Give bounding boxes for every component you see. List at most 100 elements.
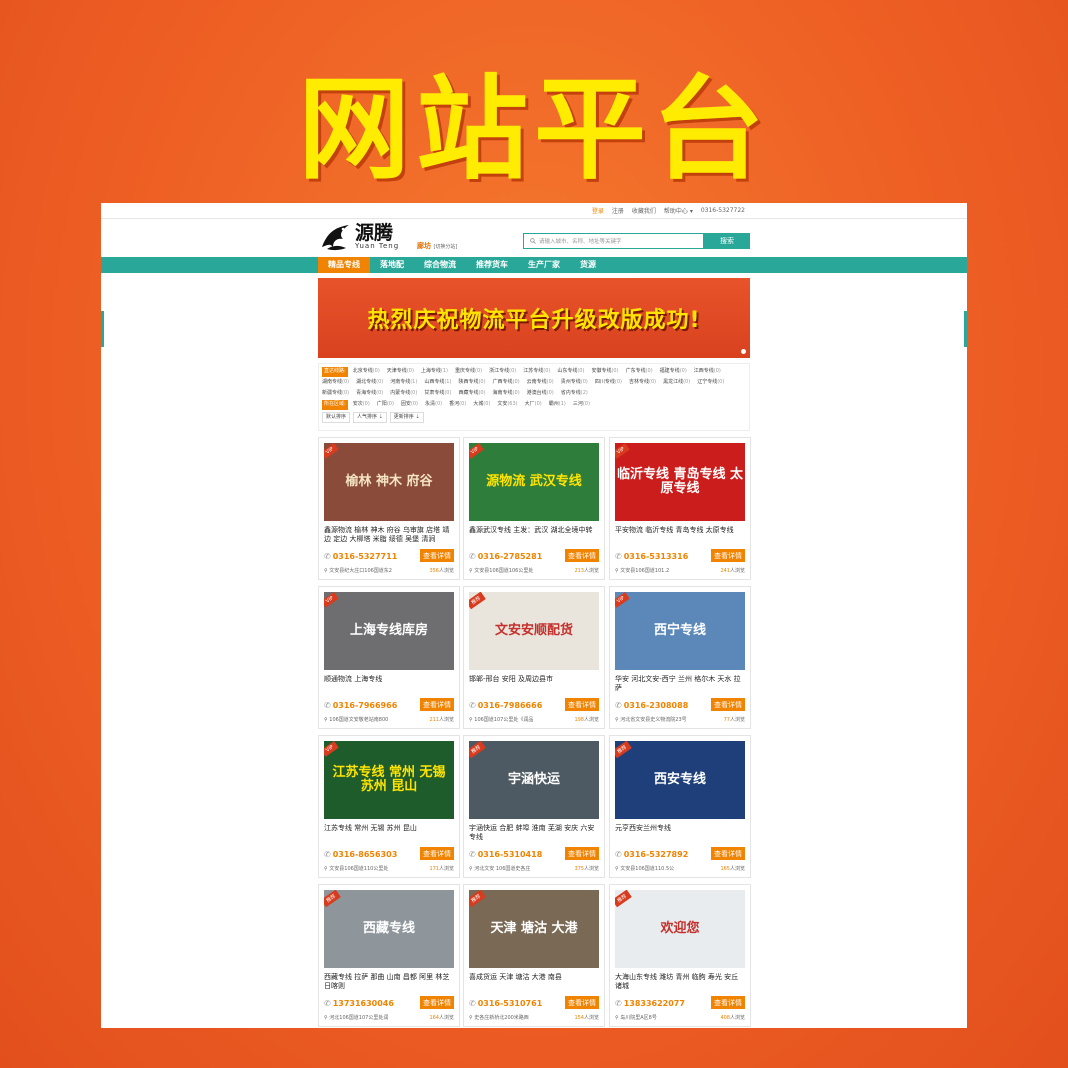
listing-title[interactable]: 顺通物流 上海专线 [324, 675, 456, 695]
nav-tab-5[interactable]: 货源 [570, 257, 606, 273]
line-filter-option[interactable]: 上海专线(1) [421, 366, 448, 377]
listing-title[interactable]: 华安 河北文安-西宁 兰州 格尔木 天水 拉萨 [615, 675, 747, 695]
view-details-button[interactable]: 查看详情 [420, 996, 454, 1009]
listing-title[interactable]: 大海山东专线 潍坊 青州 临朐 寿光 安丘 诸城 [615, 973, 747, 993]
view-details-button[interactable]: 查看详情 [565, 847, 599, 860]
listing-photo[interactable]: 源物流 武汉专线 VIP [469, 443, 599, 521]
area-filter-option[interactable]: 永清(0) [425, 399, 442, 410]
line-filter-option[interactable]: 山东专线(0) [557, 366, 584, 377]
view-details-button[interactable]: 查看详情 [565, 996, 599, 1009]
area-filter-option[interactable]: 霸州(1) [549, 399, 566, 410]
nav-tab-3[interactable]: 推荐货车 [466, 257, 518, 273]
line-filter-option[interactable]: 福建专线(0) [660, 366, 687, 377]
topbar-link-2[interactable]: 收藏我们 [632, 206, 656, 215]
listing-photo[interactable]: 西安专线 推荐 [615, 741, 745, 819]
line-filter-option[interactable]: 吉林专线(0) [629, 377, 656, 388]
listing-card[interactable]: 天津 塘沽 大港 推荐 喜成货运 天津 塘沽 大港 南县 ✆ 0316-5310761 查… [463, 884, 605, 1027]
view-details-button[interactable]: 查看详情 [420, 847, 454, 860]
listing-card[interactable]: 西安专线 推荐 元亨西安兰州专线 ✆ 0316-5327892 查看详情 ⚲ 文安县106国… [609, 735, 751, 878]
nav-tab-2[interactable]: 综合物流 [414, 257, 466, 273]
line-filter-option[interactable]: 港澳台线(0) [527, 388, 554, 399]
carousel-dot[interactable] [741, 349, 746, 354]
listing-title[interactable]: 宇涵快运 合肥 蚌埠 淮南 芜湖 安庆 六安专线 [469, 824, 601, 844]
line-filter-option[interactable]: 湖北专线(0) [356, 377, 383, 388]
view-details-button[interactable]: 查看详情 [711, 996, 745, 1009]
line-filter-option[interactable]: 陕西专线(0) [458, 377, 485, 388]
listing-title[interactable]: 元亨西安兰州专线 [615, 824, 747, 844]
line-filter-option[interactable]: 山西专线(1) [424, 377, 451, 388]
view-details-button[interactable]: 查看详情 [565, 549, 599, 562]
listing-title[interactable]: 鑫源武汉专线 主发：武汉 湖北全境中转 [469, 526, 601, 546]
line-filter-option[interactable]: 甘肃专线(0) [424, 388, 451, 399]
area-filter-option[interactable]: 大城(0) [473, 399, 490, 410]
nav-tab-4[interactable]: 生产厂家 [518, 257, 570, 273]
nav-tab-0[interactable]: 精品专线 [318, 257, 370, 273]
topbar-link-4[interactable]: 0316-5327722 [701, 207, 745, 214]
sort-option-0[interactable]: 默认排序 [322, 412, 351, 423]
line-filter-option[interactable]: 新疆专线(0) [322, 388, 349, 399]
search-button[interactable]: 搜索 [704, 233, 750, 249]
listing-title[interactable]: 邯郸-邢台 安阳 及周边县市 [469, 675, 601, 695]
topbar-link-1[interactable]: 注册 [612, 206, 624, 215]
area-filter-option[interactable]: 大厂(0) [525, 399, 542, 410]
area-filter-option[interactable]: 固安(0) [401, 399, 418, 410]
listing-photo[interactable]: 榆林 神木 府谷 VIP [324, 443, 454, 521]
listing-title[interactable]: 江苏专线 常州 无锡 苏州 昆山 [324, 824, 456, 844]
line-filter-option[interactable]: 安徽专线(0) [591, 366, 618, 377]
listing-card[interactable]: 临沂专线 青岛专线 太原专线 VIP 平安物流 临沂专线 青岛专线 太原专线 ✆ 031… [609, 437, 751, 580]
view-details-button[interactable]: 查看详情 [565, 698, 599, 711]
line-filter-option[interactable]: 西藏专线(0) [458, 388, 485, 399]
listing-photo[interactable]: 天津 塘沽 大港 推荐 [469, 890, 599, 968]
listing-photo[interactable]: 欢迎您 推荐 [615, 890, 745, 968]
listing-card[interactable]: 上海专线库房 VIP 顺通物流 上海专线 ✆ 0316-7966966 查看详情 ⚲ 106… [318, 586, 460, 729]
line-filter-option[interactable]: 青海专线(0) [356, 388, 383, 399]
listing-card[interactable]: 文安安顺配货 推荐 邯郸-邢台 安阳 及周边县市 ✆ 0316-7986666 查看详情 ⚲… [463, 586, 605, 729]
view-details-button[interactable]: 查看详情 [711, 698, 745, 711]
listing-card[interactable]: 榆林 神木 府谷 VIP 鑫源物流 榆林 神木 府谷 乌审旗 店塔 靖边 定边 大柳… [318, 437, 460, 580]
view-details-button[interactable]: 查看详情 [711, 847, 745, 860]
listing-title[interactable]: 鑫源物流 榆林 神木 府谷 乌审旗 店塔 靖边 定边 大柳塔 米脂 绥德 吴堡 … [324, 526, 456, 546]
site-logo[interactable]: 源腾 Yuan Teng [319, 221, 399, 253]
listing-card[interactable]: 源物流 武汉专线 VIP 鑫源武汉专线 主发：武汉 湖北全境中转 ✆ 0316-2785… [463, 437, 605, 580]
line-filter-option[interactable]: 四川专线(0) [595, 377, 622, 388]
area-filter-option[interactable]: 广阳(0) [377, 399, 394, 410]
listing-photo[interactable]: 上海专线库房 VIP [324, 592, 454, 670]
listing-title[interactable]: 喜成货运 天津 塘沽 大港 南县 [469, 973, 601, 993]
line-filter-option[interactable]: 重庆专线(0) [455, 366, 482, 377]
line-filter-option[interactable]: 北京专线(0) [353, 366, 380, 377]
area-filter-option[interactable]: 文安(63) [497, 399, 517, 410]
area-filter-option[interactable]: 安次(0) [353, 399, 370, 410]
line-filter-option[interactable]: 海南专线(0) [493, 388, 520, 399]
listing-title[interactable]: 西藏专线 拉萨 那曲 山南 昌都 阿里 林芝 日喀则 [324, 973, 456, 993]
line-filter-option[interactable]: 贵州专线(0) [561, 377, 588, 388]
listing-card[interactable]: 欢迎您 推荐 大海山东专线 潍坊 青州 临朐 寿光 安丘 诸城 ✆ 1383362207… [609, 884, 751, 1027]
view-details-button[interactable]: 查看详情 [711, 549, 745, 562]
listing-photo[interactable]: 临沂专线 青岛专线 太原专线 VIP [615, 443, 745, 521]
line-filter-option[interactable]: 浙江专线(0) [489, 366, 516, 377]
view-details-button[interactable]: 查看详情 [420, 549, 454, 562]
listing-card[interactable]: 宇涵快运 推荐 宇涵快运 合肥 蚌埠 淮南 芜湖 安庆 六安专线 ✆ 0316-5310… [463, 735, 605, 878]
line-filter-option[interactable]: 辽宁专线(0) [697, 377, 724, 388]
line-filter-option[interactable]: 江西专线(0) [694, 366, 721, 377]
listing-photo[interactable]: 西宁专线 VIP [615, 592, 745, 670]
listing-title[interactable]: 平安物流 临沂专线 青岛专线 太原专线 [615, 526, 747, 546]
line-filter-option[interactable]: 广东专线(0) [626, 366, 653, 377]
view-details-button[interactable]: 查看详情 [420, 698, 454, 711]
line-filter-option[interactable]: 省内专线(2) [561, 388, 588, 399]
sort-option-1[interactable]: 人气排序 ⇣ [353, 412, 387, 423]
line-filter-option[interactable]: 湖南专线(0) [322, 377, 349, 388]
search-input[interactable]: 请输入城市、名称、地址等关键字 [523, 233, 704, 249]
promo-banner[interactable]: 热烈庆祝物流平台升级改版成功! [318, 278, 750, 358]
listing-photo[interactable]: 宇涵快运 推荐 [469, 741, 599, 819]
line-filter-option[interactable]: 河南专线(1) [390, 377, 417, 388]
line-filter-option[interactable]: 广西专线(0) [493, 377, 520, 388]
topbar-link-3[interactable]: 帮助中心 ▾ [664, 206, 693, 215]
sort-option-2[interactable]: 更新排序 ⇣ [389, 412, 424, 423]
listing-photo[interactable]: 江苏专线 常州 无锡 苏州 昆山 VIP [324, 741, 454, 819]
listing-photo[interactable]: 西藏专线 推荐 [324, 890, 454, 968]
listing-card[interactable]: 江苏专线 常州 无锡 苏州 昆山 VIP 江苏专线 常州 无锡 苏州 昆山 ✆ 0316… [318, 735, 460, 878]
line-filter-option[interactable]: 云南专线(0) [527, 377, 554, 388]
line-filter-option[interactable]: 内蒙专线(0) [390, 388, 417, 399]
line-filter-option[interactable]: 江苏专线(0) [523, 366, 550, 377]
line-filter-option[interactable]: 黑龙江线(0) [663, 377, 690, 388]
